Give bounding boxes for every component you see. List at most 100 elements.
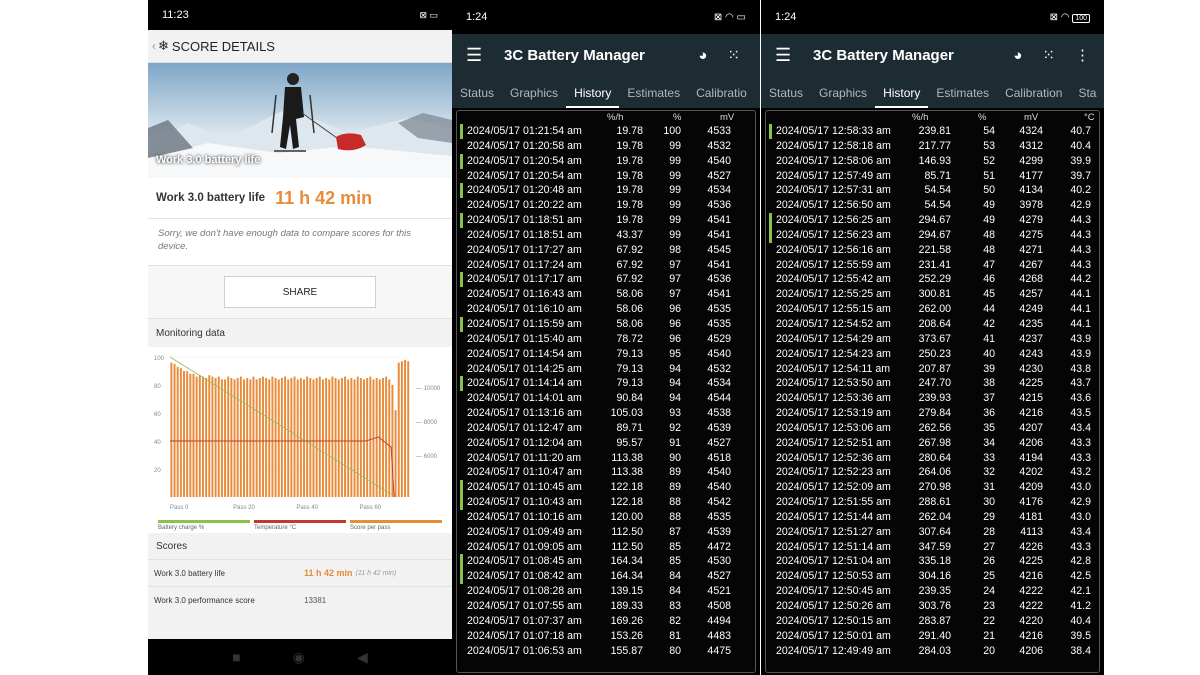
table-row[interactable]: 2024/05/17 01:17:27 am 67.92 98 4545 <box>457 243 755 258</box>
history-list[interactable]: %/h % mV 2024/05/17 01:21:54 am 19.78 100 4… <box>456 110 756 673</box>
home-icon[interactable]: ◉ <box>293 649 305 666</box>
table-row[interactable]: 2024/05/17 01:15:40 am 78.72 96 4529 <box>457 332 755 347</box>
table-row[interactable]: 2024/05/17 01:12:47 am 89.71 92 4539 <box>457 421 755 436</box>
table-row[interactable]: 2024/05/17 01:13:16 am 105.03 93 4538 <box>457 406 755 421</box>
table-row[interactable]: 2024/05/17 01:10:47 am 113.38 89 4540 <box>457 465 755 480</box>
table-row[interactable]: 2024/05/17 01:08:28 am 139.15 84 4521 <box>457 584 755 599</box>
table-row[interactable]: 2024/05/17 01:14:01 am 90.84 94 4544 <box>457 391 755 406</box>
table-row[interactable]: 2024/05/17 12:51:55 am 288.61 30 4176 42.9 <box>766 495 1099 510</box>
table-row[interactable]: 2024/05/17 12:57:49 am 85.71 51 4177 39.7 <box>766 169 1099 184</box>
table-row[interactable]: 2024/05/17 01:08:42 am 164.34 84 4527 <box>457 569 755 585</box>
table-row[interactable]: 2024/05/17 01:20:22 am 19.78 99 4536 <box>457 198 755 213</box>
table-row[interactable]: 2024/05/17 01:07:18 am 153.26 81 4483 <box>457 629 755 644</box>
table-row[interactable]: 2024/05/17 01:16:43 am 58.06 97 4541 <box>457 287 755 302</box>
tab-history[interactable]: History <box>875 86 929 108</box>
table-row[interactable]: 2024/05/17 12:56:25 am 294.67 49 4279 44.3 <box>766 213 1099 228</box>
table-row[interactable]: 2024/05/17 12:57:31 am 54.54 50 4134 40.2 <box>766 183 1099 198</box>
table-row[interactable]: 2024/05/17 12:53:19 am 279.84 36 4216 43.5 <box>766 406 1099 421</box>
more-icon[interactable]: ⋮ <box>1075 46 1090 64</box>
tab-graphics[interactable]: Graphics <box>502 86 566 108</box>
table-row[interactable]: 2024/05/17 12:55:42 am 252.29 46 4268 44.2 <box>766 272 1099 287</box>
table-row[interactable]: 2024/05/17 01:11:20 am 113.38 90 4518 <box>457 451 755 466</box>
pie-chart-icon[interactable]: ◕ <box>1013 47 1022 64</box>
table-row[interactable]: 2024/05/17 12:54:11 am 207.87 39 4230 43.8 <box>766 362 1099 377</box>
table-row[interactable]: 2024/05/17 12:52:51 am 267.98 34 4206 43.3 <box>766 436 1099 451</box>
table-row[interactable]: 2024/05/17 01:14:54 am 79.13 95 4540 <box>457 347 755 362</box>
pie-chart-icon[interactable]: ◕ <box>698 47 707 64</box>
grid-icon[interactable]: ⁙ <box>727 46 740 64</box>
table-row[interactable]: 2024/05/17 12:51:27 am 307.64 28 4113 43.4 <box>766 525 1099 540</box>
table-row[interactable]: 2024/05/17 12:58:06 am 146.93 52 4299 39.9 <box>766 154 1099 169</box>
table-row[interactable]: 2024/05/17 12:50:45 am 239.35 24 4222 42.1 <box>766 584 1099 599</box>
table-row[interactable]: 2024/05/17 12:51:04 am 335.18 26 4225 42.8 <box>766 554 1099 569</box>
back-nav-icon[interactable]: ◀ <box>357 649 368 666</box>
table-row[interactable]: 2024/05/17 01:09:05 am 112.50 85 4472 <box>457 540 755 555</box>
table-row[interactable]: 2024/05/17 01:09:49 am 112.50 87 4539 <box>457 525 755 540</box>
table-row[interactable]: 2024/05/17 01:10:43 am 122.18 88 4542 <box>457 495 755 510</box>
tab-statistics[interactable]: Sta <box>1070 86 1104 108</box>
cell-mv: 4533 <box>707 125 731 137</box>
table-row[interactable]: 2024/05/17 01:15:59 am 58.06 96 4535 <box>457 316 755 332</box>
table-row[interactable]: 2024/05/17 01:06:53 am 155.87 80 4475 <box>457 644 755 659</box>
table-row[interactable]: 2024/05/17 01:20:58 am 19.78 99 4532 <box>457 139 755 154</box>
table-row[interactable]: 2024/05/17 12:58:33 am 239.81 54 4324 40.7 <box>766 124 1099 139</box>
table-row[interactable]: 2024/05/17 12:50:53 am 304.16 25 4216 42.5 <box>766 569 1099 584</box>
tab-calibration[interactable]: Calibratio <box>688 86 755 108</box>
table-row[interactable]: 2024/05/17 12:52:36 am 280.64 33 4194 43.3 <box>766 451 1099 466</box>
back-icon[interactable]: ‹ <box>152 39 156 53</box>
table-row[interactable]: 2024/05/17 01:08:45 am 164.34 85 4530 <box>457 554 755 570</box>
table-row[interactable]: 2024/05/17 12:52:23 am 264.06 32 4202 43.2 <box>766 465 1099 480</box>
cell-mv: 4534 <box>707 184 731 197</box>
tab-history[interactable]: History <box>566 86 620 108</box>
table-row[interactable]: 2024/05/17 01:16:10 am 58.06 96 4535 <box>457 302 755 317</box>
table-row[interactable]: 2024/05/17 01:07:55 am 189.33 83 4508 <box>457 599 755 614</box>
table-row[interactable]: 2024/05/17 12:53:36 am 239.93 37 4215 43.6 <box>766 391 1099 406</box>
table-row[interactable]: 2024/05/17 01:12:04 am 95.57 91 4527 <box>457 436 755 451</box>
recents-icon[interactable]: ■ <box>232 649 240 665</box>
table-row[interactable]: 2024/05/17 12:49:49 am 284.03 20 4206 38.4 <box>766 644 1099 659</box>
table-row[interactable]: 2024/05/17 12:51:44 am 262.04 29 4181 43.0 <box>766 510 1099 525</box>
table-row[interactable]: 2024/05/17 01:14:14 am 79.13 94 4534 <box>457 376 755 392</box>
table-row[interactable]: 2024/05/17 12:56:23 am 294.67 48 4275 44.3 <box>766 227 1099 243</box>
table-row[interactable]: 2024/05/17 01:17:24 am 67.92 97 4541 <box>457 258 755 273</box>
table-row[interactable]: 2024/05/17 12:54:52 am 208.64 42 4235 44.1 <box>766 317 1099 332</box>
table-row[interactable]: 2024/05/17 12:50:26 am 303.76 23 4222 41.2 <box>766 599 1099 614</box>
table-row[interactable]: 2024/05/17 12:50:15 am 283.87 22 4220 40.4 <box>766 614 1099 629</box>
grid-icon[interactable]: ⁙ <box>1042 46 1055 64</box>
history-list[interactable]: %/h % mV °C 2024/05/17 12:58:33 am 239.81… <box>765 110 1100 673</box>
table-row[interactable]: 2024/05/17 12:53:50 am 247.70 38 4225 43.7 <box>766 376 1099 391</box>
table-row[interactable]: 2024/05/17 12:52:09 am 270.98 31 4209 43.0 <box>766 480 1099 495</box>
table-row[interactable]: 2024/05/17 01:20:54 am 19.78 99 4540 <box>457 153 755 169</box>
table-row[interactable]: 2024/05/17 01:07:37 am 169.26 82 4494 <box>457 614 755 629</box>
table-row[interactable]: 2024/05/17 01:10:45 am 122.18 89 4540 <box>457 480 755 496</box>
tab-status[interactable]: Status <box>452 86 502 108</box>
tab-calibration[interactable]: Calibration <box>997 86 1070 108</box>
table-row[interactable]: 2024/05/17 12:53:06 am 262.56 35 4207 43.4 <box>766 421 1099 436</box>
table-row[interactable]: 2024/05/17 12:56:16 am 221.58 48 4271 44.3 <box>766 243 1099 258</box>
share-button[interactable]: SHARE <box>224 276 376 308</box>
tab-estimates[interactable]: Estimates <box>928 86 997 108</box>
table-row[interactable]: 2024/05/17 01:20:54 am 19.78 99 4527 <box>457 169 755 184</box>
table-row[interactable]: 2024/05/17 01:18:51 am 43.37 99 4541 <box>457 228 755 243</box>
table-row[interactable]: 2024/05/17 12:55:59 am 231.41 47 4267 44.3 <box>766 258 1099 273</box>
table-row[interactable]: 2024/05/17 01:21:54 am 19.78 100 4533 <box>457 124 755 139</box>
table-row[interactable]: 2024/05/17 12:54:23 am 250.23 40 4243 43.9 <box>766 347 1099 362</box>
table-row[interactable]: 2024/05/17 12:51:14 am 347.59 27 4226 43.3 <box>766 540 1099 555</box>
tab-estimates[interactable]: Estimates <box>619 86 688 108</box>
table-row[interactable]: 2024/05/17 12:56:50 am 54.54 49 3978 42.9 <box>766 198 1099 213</box>
table-row[interactable]: 2024/05/17 01:14:25 am 79.13 94 4532 <box>457 362 755 377</box>
menu-icon[interactable]: ☰ <box>775 45 813 66</box>
table-row[interactable]: 2024/05/17 12:50:01 am 291.40 21 4216 39.5 <box>766 629 1099 644</box>
table-row[interactable]: 2024/05/17 12:54:29 am 373.67 41 4237 43.9 <box>766 332 1099 347</box>
table-row[interactable]: 2024/05/17 12:55:25 am 300.81 45 4257 44.1 <box>766 287 1099 302</box>
table-row[interactable]: 2024/05/17 12:58:18 am 217.77 53 4312 40.4 <box>766 139 1099 154</box>
tab-status[interactable]: Status <box>761 86 811 108</box>
cell-percent: 96 <box>669 332 681 345</box>
table-row[interactable]: 2024/05/17 12:55:15 am 262.00 44 4249 44.1 <box>766 302 1099 317</box>
table-row[interactable]: 2024/05/17 01:17:17 am 67.92 97 4536 <box>457 272 755 288</box>
menu-icon[interactable]: ☰ <box>466 45 504 66</box>
table-row[interactable]: 2024/05/17 01:20:48 am 19.78 99 4534 <box>457 183 755 199</box>
table-row[interactable]: 2024/05/17 01:10:16 am 120.00 88 4535 <box>457 510 755 525</box>
tab-graphics[interactable]: Graphics <box>811 86 875 108</box>
table-row[interactable]: 2024/05/17 01:18:51 am 19.78 99 4541 <box>457 213 755 228</box>
